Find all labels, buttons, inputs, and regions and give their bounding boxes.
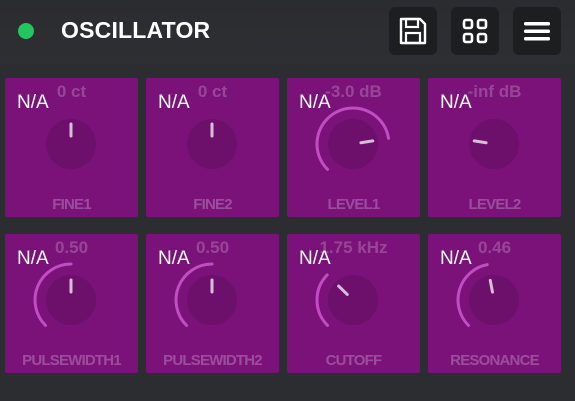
knob-label: LEVEL2 [468, 196, 522, 213]
menu-button[interactable] [513, 7, 561, 55]
page-title: OSCILLATOR [61, 17, 211, 43]
header-bar: OSCILLATOR [0, 0, 575, 64]
knob-control-level1[interactable]: -3.0 dB N/A LEVEL1 [287, 78, 420, 217]
knob-body [469, 275, 519, 325]
knob-body [469, 119, 519, 169]
knob-control-pulsewidth2[interactable]: 0.50 N/A PULSEWIDTH2 [146, 234, 279, 373]
grid-icon [462, 18, 488, 44]
floppy-disk-icon [399, 17, 427, 45]
knob-control-level2[interactable]: -inf dB N/A LEVEL2 [428, 78, 561, 217]
knob-label: PULSEWIDTH1 [22, 352, 122, 369]
knob-arc [315, 273, 330, 327]
save-button[interactable] [389, 7, 437, 55]
knob-label: CUTOFF [325, 352, 383, 369]
knob-control-fine1[interactable]: 0 ct N/A FINE1 [5, 78, 138, 217]
knob-label: FINE1 [52, 196, 91, 213]
hamburger-menu-icon [524, 22, 550, 41]
knob-label: LEVEL1 [327, 196, 381, 213]
knob-body [328, 275, 378, 325]
knob-label: RESONANCE [450, 352, 539, 369]
knob-indicator [472, 139, 488, 145]
status-indicator [18, 23, 34, 39]
knob-control-pulsewidth1[interactable]: 0.50 N/A PULSEWIDTH1 [5, 234, 138, 373]
knob-indicator [359, 139, 375, 145]
knob-body [328, 119, 378, 169]
knob-label: PULSEWIDTH2 [163, 352, 263, 369]
grid-view-button[interactable] [451, 7, 499, 55]
knob-control-fine2[interactable]: 0 ct N/A FINE2 [146, 78, 279, 217]
knob-control-resonance[interactable]: 0.46 N/A RESONANCE [428, 234, 561, 373]
knob-control-cutoff[interactable]: 1.75 kHz N/A CUTOFF [287, 234, 420, 373]
knob-label: FINE2 [193, 196, 232, 213]
